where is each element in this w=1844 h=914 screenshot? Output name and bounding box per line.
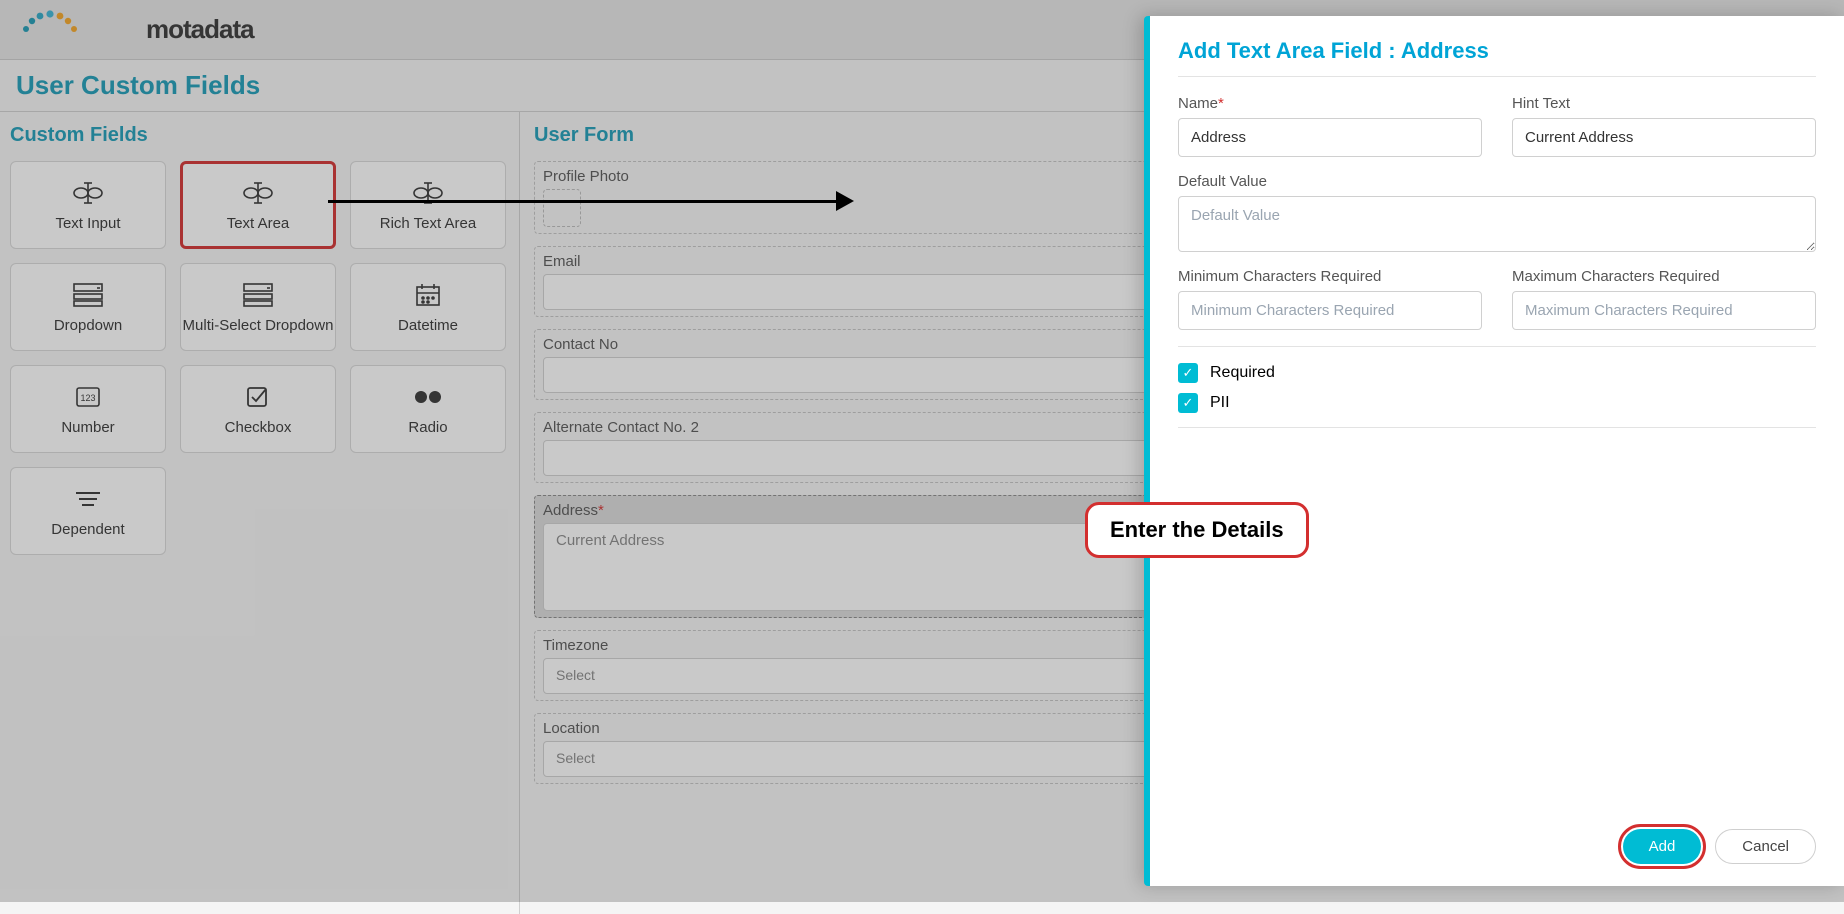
- check-icon: ✓: [1178, 393, 1198, 413]
- name-input[interactable]: [1178, 118, 1482, 157]
- min-chars-label: Minimum Characters Required: [1178, 268, 1482, 285]
- add-button[interactable]: Add: [1623, 829, 1702, 864]
- drawer-title: Add Text Area Field : Address: [1178, 38, 1816, 64]
- annotation-arrow-line: [328, 200, 838, 203]
- cancel-button[interactable]: Cancel: [1715, 829, 1816, 864]
- annotation-callout: Enter the Details: [1085, 502, 1309, 558]
- required-checkbox-row[interactable]: ✓ Required: [1178, 363, 1816, 383]
- drawer-divider-3: [1178, 427, 1816, 428]
- default-label: Default Value: [1178, 173, 1816, 190]
- hint-input[interactable]: [1512, 118, 1816, 157]
- drawer-divider: [1178, 76, 1816, 77]
- add-field-drawer: Add Text Area Field : Address Name* Hint…: [1144, 16, 1844, 886]
- default-value-textarea[interactable]: [1178, 196, 1816, 252]
- check-icon: ✓: [1178, 363, 1198, 383]
- drawer-divider-2: [1178, 346, 1816, 347]
- min-chars-input[interactable]: [1178, 291, 1482, 330]
- max-chars-input[interactable]: [1512, 291, 1816, 330]
- pii-checkbox-row[interactable]: ✓ PII: [1178, 393, 1816, 413]
- pii-label: PII: [1210, 394, 1230, 412]
- max-chars-label: Maximum Characters Required: [1512, 268, 1816, 285]
- name-label: Name*: [1178, 95, 1482, 112]
- hint-label: Hint Text: [1512, 95, 1816, 112]
- annotation-arrow-head: [836, 191, 854, 211]
- required-label: Required: [1210, 364, 1275, 382]
